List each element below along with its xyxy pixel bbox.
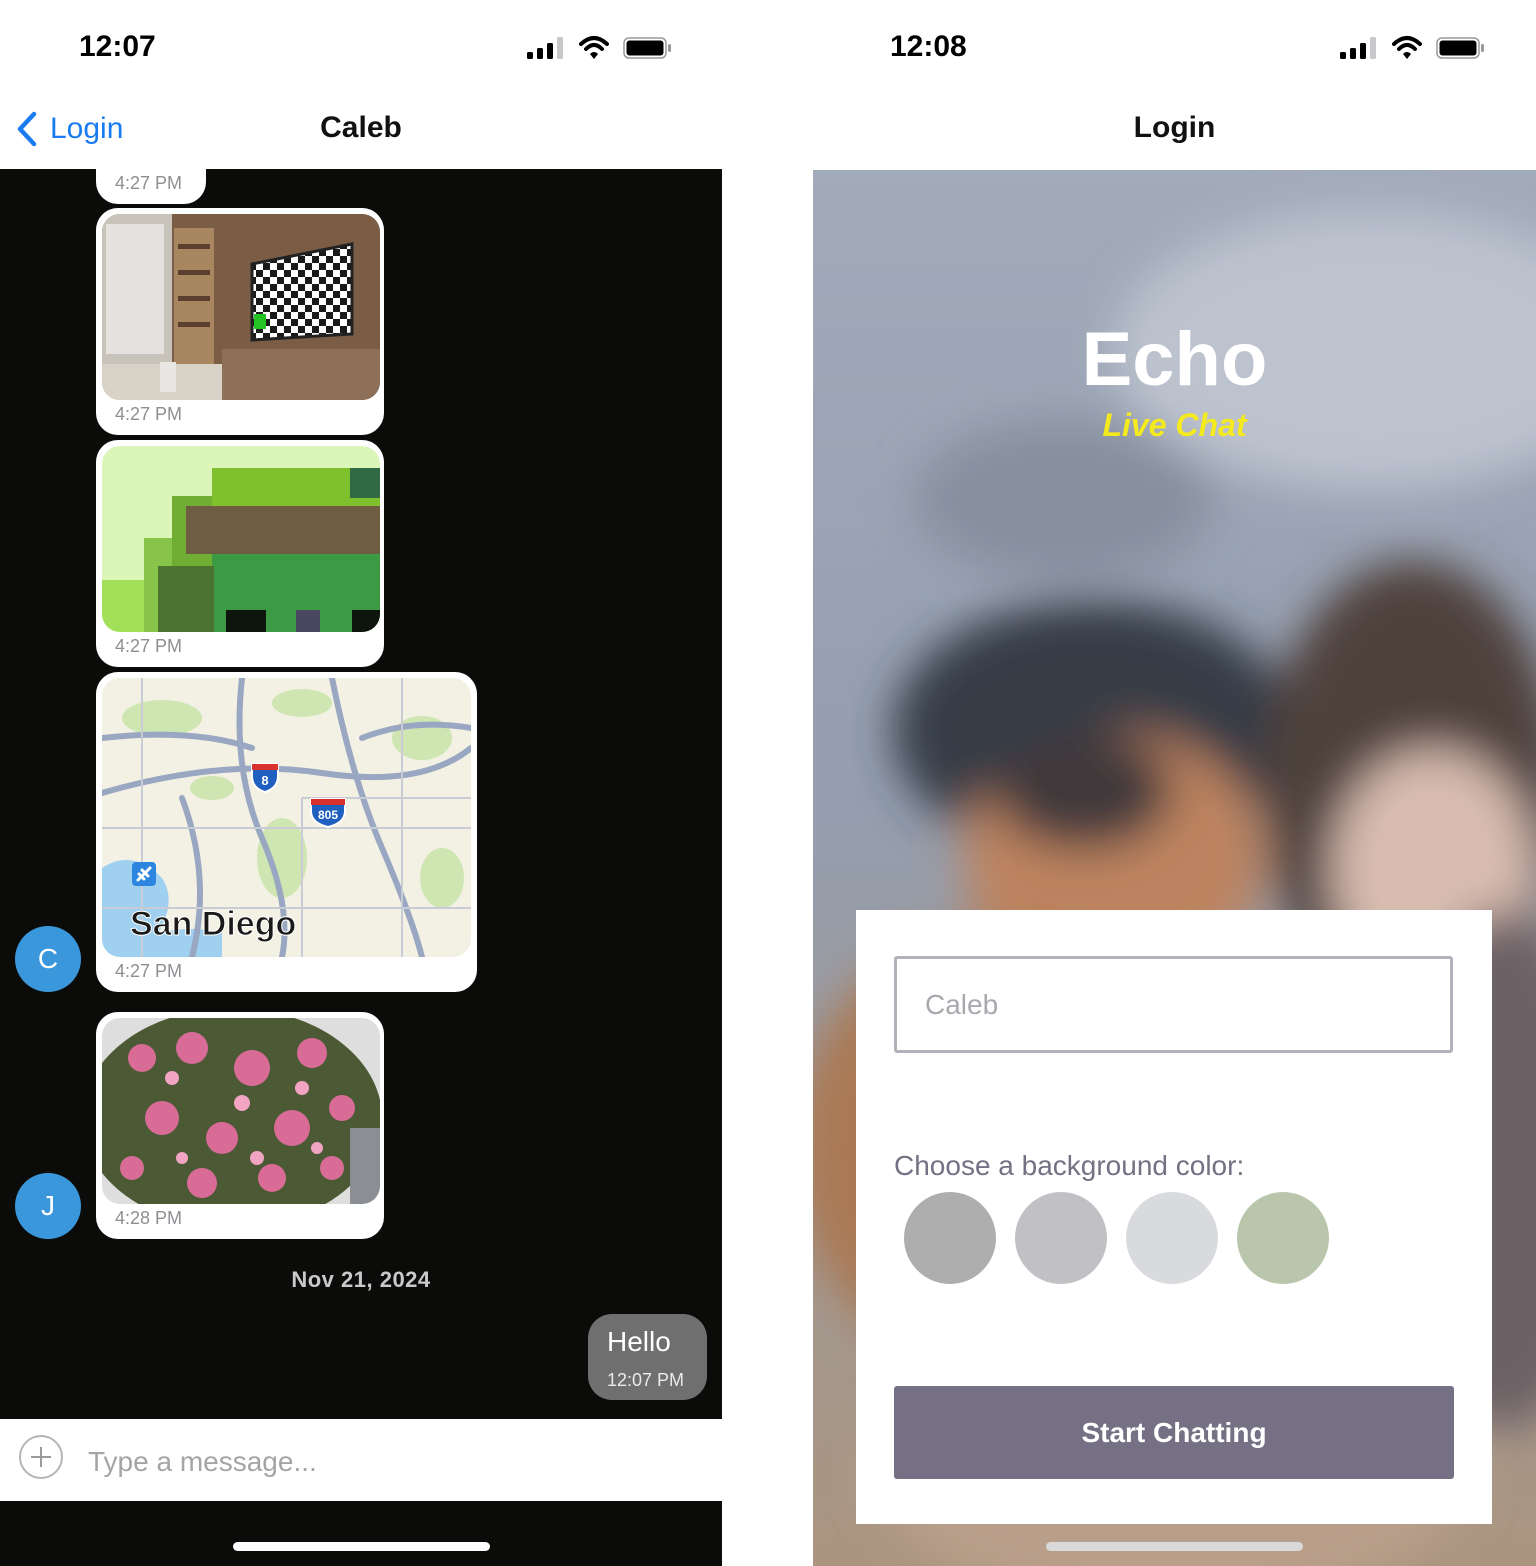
message-bubble[interactable]: 4:28 PM xyxy=(96,1012,384,1239)
background-color-label: Choose a background color: xyxy=(894,1150,1245,1181)
color-swatch-sage-green[interactable] xyxy=(1237,1192,1329,1284)
color-swatch-lavender-gray[interactable] xyxy=(1015,1192,1107,1284)
app-subtitle: Live Chat xyxy=(1102,407,1247,443)
avatar[interactable]: C xyxy=(15,926,81,992)
map-city-label: San Diego xyxy=(130,905,296,943)
message-text: Hello xyxy=(607,1326,671,1357)
tv-room-photo[interactable] xyxy=(102,214,380,400)
login-screen: 12:08 Login Echo Live Chat Caleb Choose … xyxy=(813,0,1536,1566)
home-indicator xyxy=(1046,1542,1303,1551)
navigation-bar: Login Caleb xyxy=(0,96,722,169)
interstate-shield-icon: 805 xyxy=(310,798,346,829)
message-bubble[interactable]: 8 805 San Diego 4:27 PM xyxy=(96,672,477,992)
login-form-card: Choose a background color: Start Chattin… xyxy=(856,910,1492,1524)
message-timestamp: 4:27 PM xyxy=(115,173,183,193)
page-title: Login xyxy=(1133,111,1216,144)
avatar[interactable]: J xyxy=(15,1173,81,1239)
status-bar: 12:07 xyxy=(0,0,722,96)
battery-icon xyxy=(1436,37,1484,59)
outgoing-message-bubble[interactable]: Hello 12:07 PM xyxy=(588,1314,707,1400)
app-title: Echo xyxy=(1081,317,1268,402)
day-separator: Nov 21, 2024 xyxy=(291,1267,431,1292)
location-map[interactable]: 8 805 San Diego xyxy=(102,678,471,957)
message-list[interactable]: 4:27 PM 4:27 PM 4:27 PM 8 805 San Diego … xyxy=(0,169,722,1419)
message-timestamp: 4:27 PM xyxy=(115,961,183,981)
chat-screen: 12:07 Login Caleb 4:27 PM 4:27 PM 4:27 P… xyxy=(0,0,722,1566)
svg-text:8: 8 xyxy=(261,773,268,788)
add-attachment-button[interactable] xyxy=(19,1435,63,1479)
pink-blossom-tree-photo[interactable] xyxy=(102,1018,380,1204)
home-indicator xyxy=(233,1542,490,1551)
svg-text:805: 805 xyxy=(318,808,338,822)
cellular-signal-icon xyxy=(1340,37,1378,59)
message-timestamp: 4:28 PM xyxy=(115,1208,183,1228)
status-time: 12:07 xyxy=(79,30,156,63)
navigation-bar: Login xyxy=(813,96,1536,169)
message-timestamp: 4:27 PM xyxy=(115,636,183,656)
username-input[interactable] xyxy=(894,956,1453,1053)
wifi-icon xyxy=(579,36,609,59)
message-bubble[interactable]: 4:27 PM xyxy=(96,440,384,667)
cellular-signal-icon xyxy=(527,37,565,59)
interstate-shield-icon: 8 xyxy=(251,763,279,794)
pixelated-green-image[interactable] xyxy=(102,446,380,632)
message-timestamp: 4:27 PM xyxy=(115,404,183,424)
color-swatch-gray[interactable] xyxy=(904,1192,996,1284)
status-bar: 12:08 xyxy=(813,0,1536,96)
message-composer xyxy=(0,1419,722,1501)
message-timestamp: 12:07 PM xyxy=(607,1370,685,1390)
message-bubble[interactable]: 4:27 PM xyxy=(96,169,206,204)
start-chatting-button[interactable]: Start Chatting xyxy=(894,1386,1454,1479)
message-input[interactable] xyxy=(86,1439,690,1485)
airport-icon xyxy=(132,862,156,886)
status-time: 12:08 xyxy=(890,30,967,63)
color-swatch-light-gray[interactable] xyxy=(1126,1192,1218,1284)
page-title: Caleb xyxy=(320,111,402,144)
wifi-icon xyxy=(1392,36,1422,59)
message-bubble[interactable]: 4:27 PM xyxy=(96,208,384,435)
battery-icon xyxy=(623,37,671,59)
background-photo: Echo Live Chat Choose a background color… xyxy=(813,170,1536,1566)
